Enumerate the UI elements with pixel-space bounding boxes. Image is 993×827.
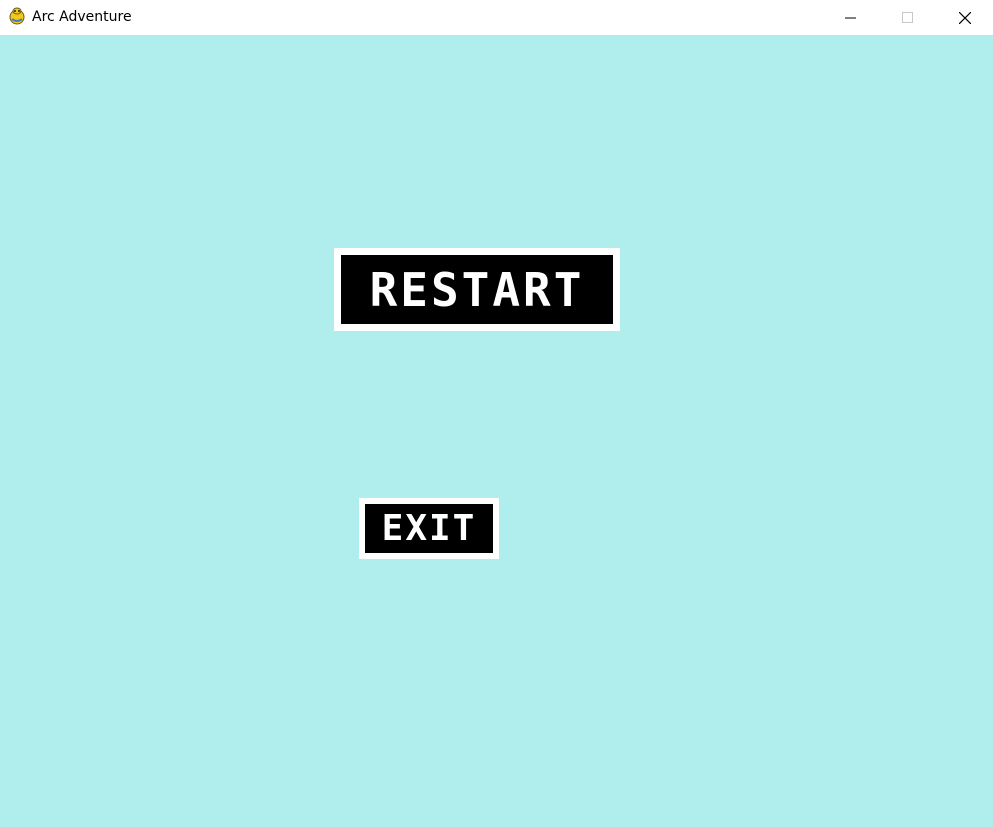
minimize-icon bbox=[845, 12, 857, 24]
game-canvas: RESTART EXIT bbox=[0, 35, 993, 827]
close-button[interactable] bbox=[936, 0, 993, 35]
restart-button[interactable]: RESTART bbox=[334, 248, 620, 331]
close-icon bbox=[959, 11, 971, 24]
exit-button[interactable]: EXIT bbox=[359, 498, 499, 559]
game-window: Arc Adventure RESTART EXIT bbox=[0, 0, 993, 827]
restart-button-label: RESTART bbox=[369, 262, 585, 317]
minimize-button[interactable] bbox=[822, 0, 880, 35]
maximize-icon bbox=[902, 11, 914, 24]
maximize-button[interactable] bbox=[879, 0, 937, 35]
exit-button-label: EXIT bbox=[381, 507, 477, 549]
pygame-snake-icon bbox=[8, 7, 26, 25]
title-bar[interactable]: Arc Adventure bbox=[0, 0, 993, 35]
window-title: Arc Adventure bbox=[32, 9, 132, 25]
